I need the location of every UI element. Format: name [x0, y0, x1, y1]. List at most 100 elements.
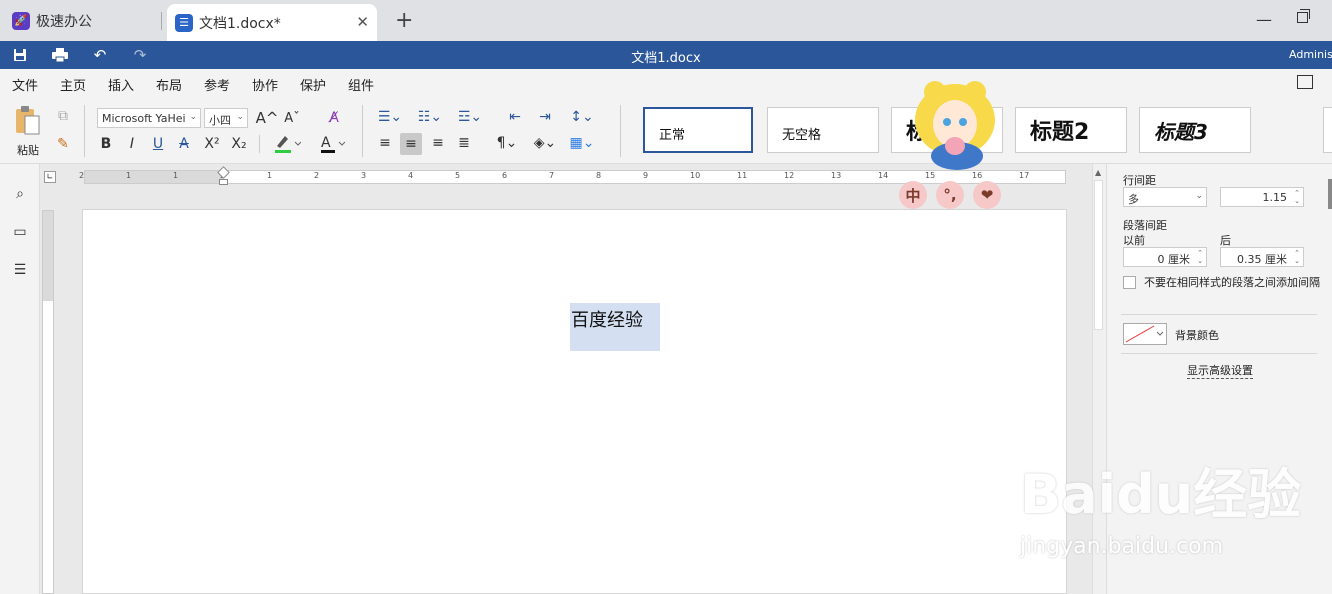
ruler-number: 2 — [79, 171, 85, 180]
paragraph-mark-icon[interactable]: ¶⌄ — [492, 133, 522, 153]
style-heading3[interactable]: 标题3 — [1139, 107, 1251, 153]
paragraph-settings-panel: 行间距 多 ⌄ 1.15 ⌃ ⌄ 段落间距 以前 后 0 厘米 ⌃ ⌄ 0.35 厘米 ⌃ ⌄… — [1106, 164, 1332, 594]
bold-button[interactable]: B — [97, 134, 115, 154]
menu-file[interactable]: 文件 — [12, 75, 38, 94]
spacing-after-input[interactable]: 0.35 厘米 ⌃ ⌄ — [1220, 247, 1304, 267]
ime-punctuation-button[interactable]: °, — [936, 181, 964, 209]
menu-home[interactable]: 主页 — [60, 75, 87, 99]
menu-references[interactable]: 参考 — [204, 75, 230, 94]
scroll-up-icon[interactable]: ▲ — [1095, 168, 1101, 177]
format-painter-icon[interactable]: ✎ — [54, 135, 72, 153]
tab-stop-selector[interactable]: ∟ — [44, 171, 56, 183]
restore-icon[interactable] — [1297, 9, 1310, 23]
menu-insert[interactable]: 插入 — [108, 75, 134, 94]
highlight-icon[interactable] — [272, 133, 302, 155]
new-tab-icon[interactable]: + — [395, 8, 413, 33]
italic-button[interactable]: I — [123, 134, 141, 154]
ruler-number: 4 — [408, 171, 414, 180]
panel-scroll-thumb[interactable] — [1328, 179, 1332, 209]
comment-icon[interactable]: ▭ — [10, 222, 30, 242]
style-no-spacing[interactable]: 无空格 — [767, 107, 879, 153]
underline-button[interactable]: U — [149, 134, 167, 154]
grow-font-button[interactable]: A^ — [256, 108, 279, 128]
chevron-down-icon: ⌄ — [236, 112, 244, 122]
ruler-number: 12 — [784, 171, 795, 180]
spinner-icon[interactable]: ⌃ ⌄ — [1294, 249, 1300, 265]
tab-document[interactable]: ☰ 文档1.docx* ✕ — [167, 4, 377, 41]
font-size-select[interactable]: 小四 ⌄ — [204, 108, 248, 128]
ruler-margin — [43, 211, 53, 301]
search-icon[interactable]: ⌕ — [10, 184, 30, 204]
decrease-indent-icon[interactable]: ⇤ — [505, 107, 525, 127]
borders-icon[interactable]: ▦⌄ — [567, 133, 597, 153]
ruler-number: 10 — [690, 171, 701, 180]
no-space-checkbox[interactable] — [1123, 276, 1136, 289]
menu-layout[interactable]: 布局 — [156, 75, 182, 94]
increase-indent-icon[interactable]: ⇥ — [535, 107, 555, 127]
style-heading3-label: 标题3 — [1154, 119, 1208, 144]
navigation-icon[interactable]: ☰ — [10, 260, 30, 280]
minimize-icon[interactable]: — — [1256, 10, 1272, 29]
line-spacing-mode-select[interactable]: 多 ⌄ — [1123, 187, 1207, 207]
spinner-icon[interactable]: ⌃ ⌄ — [1294, 189, 1300, 205]
shading-icon[interactable]: ◈⌄ — [530, 133, 560, 153]
spacing-before-input[interactable]: 0 厘米 ⌃ ⌄ — [1123, 247, 1207, 267]
bullet-list-icon[interactable]: ☰⌄ — [375, 107, 405, 127]
scrollbar-thumb[interactable] — [1094, 180, 1103, 330]
ime-mode-button[interactable]: 中 — [899, 181, 927, 209]
document-page[interactable] — [82, 209, 1067, 594]
subscript-button[interactable]: X₂ — [228, 134, 250, 154]
paste-icon[interactable] — [12, 105, 44, 137]
after-label: 后 — [1220, 234, 1231, 247]
style-more[interactable] — [1323, 107, 1332, 153]
justify-icon[interactable]: ≣ — [454, 133, 474, 153]
line-spacing-label: 行间距 — [1123, 174, 1156, 187]
superscript-button[interactable]: X² — [201, 134, 223, 154]
ruler-number: 1 — [267, 171, 273, 180]
paragraph-spacing-label: 段落间距 — [1123, 219, 1167, 232]
spinner-icon[interactable]: ⌃ ⌄ — [1197, 249, 1203, 265]
chevron-down-icon: ⌄ — [189, 112, 197, 122]
align-left-icon[interactable]: ≡ — [375, 133, 395, 153]
tab-app[interactable]: 🚀 极速办公 — [0, 0, 160, 41]
close-icon[interactable]: ✕ — [356, 13, 369, 31]
ime-skin-button[interactable]: ❤ — [973, 181, 1001, 209]
line-spacing-icon[interactable]: ↕⌄ — [567, 107, 597, 127]
divider — [84, 105, 85, 157]
shrink-font-button[interactable]: Aˇ — [282, 108, 302, 128]
font-name-select[interactable]: Microsoft YaHei ⌄ — [97, 108, 201, 128]
numbered-list-icon[interactable]: ☷⌄ — [415, 107, 445, 127]
divider — [1121, 314, 1317, 315]
vertical-ruler[interactable] — [42, 210, 54, 594]
menu-plugins[interactable]: 组件 — [348, 75, 374, 94]
copy-icon[interactable]: ⧉ — [54, 107, 72, 125]
user-name[interactable]: Administ — [1289, 48, 1332, 61]
before-label: 以前 — [1123, 234, 1145, 247]
no-space-label: 不要在相同样式的段落之间添加间隔 — [1144, 276, 1320, 289]
clear-format-icon[interactable]: A̸ — [324, 108, 344, 128]
font-color-icon[interactable]: A — [318, 133, 348, 155]
background-color-picker[interactable] — [1123, 323, 1167, 345]
mascot-image — [905, 80, 1005, 175]
style-normal[interactable]: 正常 — [643, 107, 753, 153]
advanced-settings-link[interactable]: 显示高级设置 — [1187, 362, 1253, 379]
document-text[interactable]: 百度经验 — [571, 306, 643, 332]
menu-collaborate[interactable]: 协作 — [252, 75, 278, 94]
font-size-value: 小四 — [209, 114, 231, 127]
menu-bar: 文件 主页 插入 布局 参考 协作 保护 组件 — [0, 69, 1332, 99]
divider — [1121, 353, 1317, 354]
baidu-watermark-logo: Baidu经验 — [1020, 463, 1302, 526]
ruler-number: 1 — [173, 171, 179, 180]
open-location-icon[interactable] — [1297, 75, 1313, 89]
menu-protect[interactable]: 保护 — [300, 75, 326, 94]
left-indent-marker[interactable] — [219, 179, 228, 185]
line-spacing-value-input[interactable]: 1.15 ⌃ ⌄ — [1220, 187, 1304, 207]
strikethrough-button[interactable]: A — [175, 134, 193, 154]
spacing-after-value: 0.35 厘米 — [1237, 253, 1287, 266]
style-heading2[interactable]: 标题2 — [1015, 107, 1127, 153]
multilevel-list-icon[interactable]: ☲⌄ — [455, 107, 485, 127]
divider — [259, 135, 260, 153]
align-right-icon[interactable]: ≡ — [428, 133, 448, 153]
align-center-icon[interactable]: ≡ — [400, 133, 422, 155]
title-bar: ↶ ↷ 文档1.docx Administ — [0, 41, 1332, 69]
